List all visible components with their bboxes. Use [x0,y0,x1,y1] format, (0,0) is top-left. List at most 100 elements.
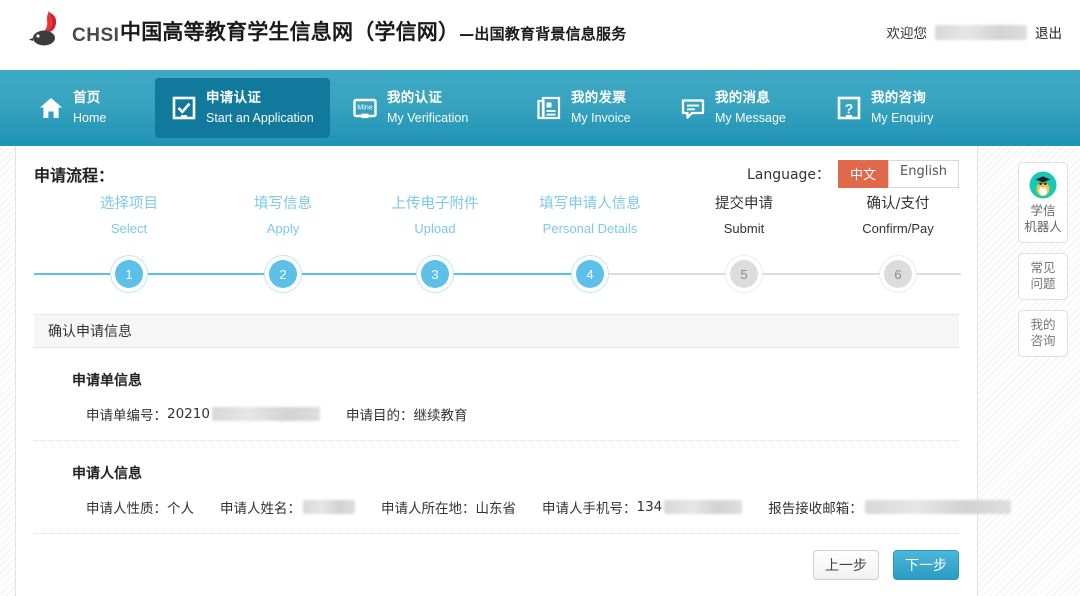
language-label: Language： [746,167,831,183]
logout-link[interactable]: 退出 [1035,22,1062,42]
mine-card-icon: Mine [352,95,378,121]
floating-side-widgets: 学信 机器人常见 问题我的 咨询 [1018,162,1068,357]
main-content-panel: 申请流程： Language： 中文 English 选择项目 Select 1 填写… [15,146,1011,596]
welcome-area: 欢迎您 退出 [886,22,1062,42]
nav-item-my-invoice[interactable]: 我的发票 My Invoice [520,78,647,138]
step-label-en: Confirm/Pay [862,221,934,236]
nav-item-my-enquiry[interactable]: ? 我的咨询 My Enquiry [820,78,950,138]
page-root: CHSI 中国高等教育学生信息网（学信网）—出国教育背景信息服务 欢迎您 退出 … [0,0,1080,596]
flow-title: 申请流程： [34,166,115,185]
application-info-block: 申请单信息 申请单编号： 20210 申请目的： 继续教育 [34,348,959,440]
field-label: 申请单编号： [86,408,167,424]
invoice-icon [536,95,562,121]
application-info-title: 申请单信息 [72,373,142,389]
applicant-info-title: 申请人信息 [72,466,142,482]
svg-text:Mine: Mine [357,103,373,112]
field-value-redacted [664,500,743,514]
question-icon: ? [836,95,862,121]
field-label: 申请目的： [345,408,414,424]
nav-label-en: Home [73,111,107,125]
nav-label-en: My Message [715,111,786,125]
language-button-chinese[interactable]: 中文 [838,160,889,188]
graduate-bird-avatar-icon [1029,171,1057,199]
step-label-cn: 上传电子附件 [391,196,479,212]
main-navigation: 首页 Home 申请认证 Start an Application Mine 我的认证 My… [0,70,1080,146]
message-icon [680,95,706,121]
step-label-cn: 选择项目 [100,196,158,212]
nav-item-start-an-application[interactable]: 申请认证 Start an Application [155,78,330,138]
progress-stepper: 选择项目 Select 1 填写信息 Apply 2 上传电子附件 Upload 3 填写申请人信… [34,194,961,304]
field-item: 申请人性质： 个人 [86,497,194,517]
chsi-bird-logo-icon [28,8,68,52]
nav-item-my-message[interactable]: 我的消息 My Message [664,78,802,138]
step-label-en: Submit [723,221,765,236]
nav-label-en: My Invoice [571,111,631,125]
field-value-redacted [303,500,355,514]
nav-item-home[interactable]: 首页 Home [22,78,122,138]
step-number: 5 [730,260,758,288]
step-number: 6 [884,260,912,288]
welcome-label: 欢迎您 [886,26,928,42]
step-3: 上传电子附件 Upload 3 [360,194,510,288]
field-item: 申请人手机号： 134 [542,497,743,517]
application-info-fields: 申请单编号： 20210 申请目的： 继续教育 [34,404,959,440]
field-value-redacted [864,500,1011,514]
field-label: 申请人姓名： [220,501,301,517]
next-step-button[interactable]: 下一步 [893,550,959,580]
step-label-en: Apply [266,221,300,236]
step-label-en: Select [110,221,148,236]
field-value: 20210 [167,406,210,422]
nav-item-my-verification[interactable]: Mine 我的认证 My Verification [336,78,484,138]
step-label-en: Personal Details [542,221,638,236]
field-value: 山东省 [475,501,517,517]
field-value: 个人 [167,501,194,517]
step-label-cn: 提交申请 [715,196,773,212]
widget-label-line2: 问题 [1030,276,1056,291]
step-label-cn: 填写申请人信息 [539,196,641,212]
field-value: 继续教育 [413,408,468,424]
site-title-main: 中国高等教育学生信息网（学信网） [120,20,460,44]
side-widget-robot[interactable]: 学信 机器人 [1018,162,1068,243]
applicant-info-fields: 申请人性质： 个人 申请人姓名： 申请人所在地： 山东省 申请人手机号： 134 报告接收邮箱… [34,497,1011,533]
site-header: CHSI 中国高等教育学生信息网（学信网）—出国教育背景信息服务 欢迎您 退出 [0,0,1080,70]
home-icon [38,95,64,121]
step-6: 确认/支付 Confirm/Pay 6 [823,194,973,288]
field-value: 134 [636,499,663,515]
section-title-bar: 确认申请信息 [34,314,959,348]
svg-text:?: ? [845,100,854,116]
field-item: 申请人所在地： 山东省 [381,497,516,517]
step-number: 1 [115,260,143,288]
step-number: 4 [576,260,604,288]
field-value-redacted [211,407,320,421]
applicant-info-block: 申请人信息 申请人性质： 个人 申请人姓名： 申请人所在地： 山东省 申请人手机号： 134… [34,441,1011,533]
step-label-cn: 确认/支付 [866,196,930,212]
language-button-english[interactable]: English [888,160,959,188]
step-2: 填写信息 Apply 2 [208,194,358,288]
field-label: 申请人性质： [86,501,167,517]
nav-label-en: Start an Application [206,111,314,125]
checkbox-icon [171,95,197,121]
side-widget-faq[interactable]: 常见 问题 [1018,253,1068,300]
nav-label-cn: 我的认证 [387,90,443,106]
widget-label-line1: 常见 [1030,260,1056,275]
page-title: 中国高等教育学生信息网（学信网）—出国教育背景信息服务 [120,16,626,46]
widget-label-line2: 机器人 [1024,219,1062,234]
field-item: 申请目的： 继续教育 [346,404,468,424]
nav-label-cn: 我的发票 [571,90,627,106]
nav-label-en: My Verification [387,111,469,125]
field-item: 报告接收邮箱： [768,497,1011,517]
step-number: 3 [421,260,449,288]
field-item: 申请单编号： 20210 [86,404,320,424]
nav-label-cn: 我的咨询 [871,90,927,106]
field-label: 报告接收邮箱： [768,501,863,517]
previous-step-button[interactable]: 上一步 [813,550,879,580]
field-label: 申请人所在地： [381,501,476,517]
step-1: 选择项目 Select 1 [54,194,204,288]
chsi-logo[interactable]: CHSI [28,8,119,52]
username-redacted [935,24,1027,40]
step-number: 2 [269,260,297,288]
nav-label-cn: 申请认证 [206,90,262,106]
side-widget-enquiry[interactable]: 我的 咨询 [1018,310,1068,357]
step-label-cn: 填写信息 [254,196,312,212]
step-4: 填写申请人信息 Personal Details 4 [515,194,665,288]
